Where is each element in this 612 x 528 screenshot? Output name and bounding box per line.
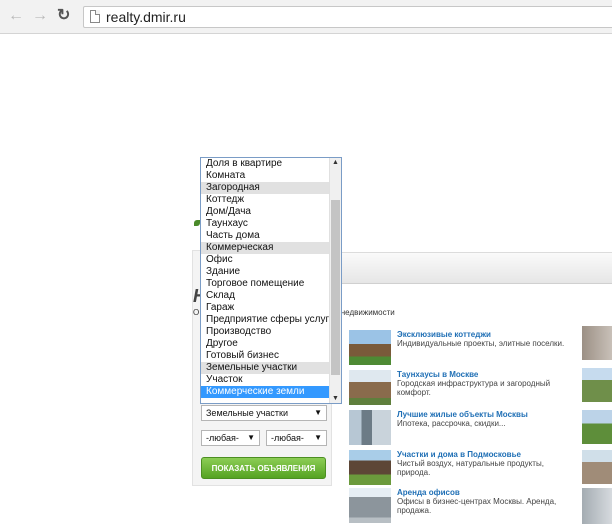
offer-item[interactable]: Таунхаусы в Москве Городская инфраструкт… [349, 370, 584, 410]
offer-item[interactable]: Лучшие жилые объекты Москвы Ипотека, рас… [349, 410, 584, 450]
price-to-value: -любая- [271, 433, 304, 443]
offer-title[interactable]: Аренда офисов [397, 488, 460, 497]
dropdown-option[interactable]: Производство [201, 326, 341, 338]
chevron-down-icon: ▼ [314, 433, 322, 442]
property-type-dropdown[interactable]: Доля в квартире Комната Загородная Котте… [200, 157, 342, 404]
dropdown-scrollbar[interactable]: ▲ ▼ [329, 158, 341, 403]
offer-text: Чистый воздух, натуральные продукты, при… [397, 459, 544, 477]
back-icon[interactable]: ← [8, 8, 24, 24]
offer-text: Офисы в бизнес-центрах Москвы. Аренда, п… [397, 497, 557, 515]
offer-text: Индивидуальные проекты, элитные поселки. [397, 339, 565, 348]
property-type-select[interactable]: Земельные участки ▼ [201, 405, 327, 421]
offer-image [582, 368, 612, 402]
offer-text: Городская инфраструктура и загородный ко… [397, 379, 551, 397]
dropdown-option-selected[interactable]: Коммерческие земли [201, 386, 341, 398]
offer-image [582, 450, 612, 484]
forward-icon[interactable]: → [32, 8, 48, 24]
browser-toolbar: ← → ↻ realty.dmir.ru [0, 0, 612, 34]
offer-image [582, 410, 612, 444]
reload-icon[interactable]: ↻ [57, 8, 70, 24]
offer-image [349, 370, 391, 405]
dropdown-option[interactable]: Предприятие сферы услуг [201, 314, 341, 326]
dropdown-option[interactable]: Торговое помещение [201, 278, 341, 290]
dropdown-group-label: Земельные участки [201, 362, 341, 374]
chevron-down-icon: ▼ [247, 433, 255, 442]
subtitle-lead: О [193, 308, 200, 317]
dropdown-option[interactable]: Офис [201, 254, 341, 266]
dropdown-option[interactable]: Участок [201, 374, 341, 386]
dropdown-option[interactable]: Доля в квартире [201, 158, 341, 170]
offer-image [349, 410, 391, 445]
address-bar[interactable]: realty.dmir.ru [83, 6, 612, 28]
dropdown-option[interactable]: Другое [201, 338, 341, 350]
dropdown-option[interactable]: Комната [201, 170, 341, 182]
dropdown-group-label: Загородная [201, 182, 341, 194]
dropdown-option[interactable]: Готовый бизнес [201, 350, 341, 362]
price-to-select[interactable]: -любая- ▼ [266, 430, 327, 446]
price-from-select[interactable]: -любая- ▼ [201, 430, 260, 446]
dropdown-option[interactable]: Таунхаус [201, 218, 341, 230]
offer-item[interactable]: Участки и дома в Подмосковье Чистый возд… [349, 450, 584, 490]
offer-title[interactable]: Лучшие жилые объекты Москвы [397, 410, 528, 419]
page-subtitle: О нде недвижимости [193, 308, 395, 317]
page-icon [90, 10, 100, 23]
offer-title[interactable]: Таунхаусы в Москве [397, 370, 478, 379]
dropdown-option[interactable]: Коттедж [201, 194, 341, 206]
offer-image [349, 450, 391, 485]
offer-image [349, 488, 391, 523]
offer-text: Ипотека, рассрочка, скидки... [397, 419, 506, 428]
property-type-value: Земельные участки [206, 408, 289, 418]
dropdown-option[interactable]: Склад [201, 290, 341, 302]
price-from-value: -любая- [206, 433, 239, 443]
offer-image [349, 330, 391, 365]
dropdown-group-label: Коммерческая [201, 242, 341, 254]
dropdown-option[interactable]: Гараж [201, 302, 341, 314]
dropdown-option[interactable]: Часть дома [201, 230, 341, 242]
offer-item[interactable]: Аренда офисов Офисы в бизнес-центрах Мос… [349, 488, 584, 528]
offer-title[interactable]: Участки и дома в Подмосковье [397, 450, 521, 459]
url-text: realty.dmir.ru [106, 9, 186, 25]
offer-image [582, 326, 612, 360]
show-listings-button[interactable]: ПОКАЗАТЬ ОБЪЯВЛЕНИЯ [201, 457, 326, 479]
dropdown-option[interactable]: Здание [201, 266, 341, 278]
scroll-down-icon[interactable]: ▼ [332, 395, 339, 402]
chevron-down-icon: ▼ [314, 408, 322, 417]
offer-title[interactable]: Эксклюзивые коттеджи [397, 330, 491, 339]
dropdown-option[interactable]: Дом/Дача [201, 206, 341, 218]
scrollbar-thumb[interactable] [331, 200, 340, 375]
offer-item[interactable]: Эксклюзивые коттеджи Индивидуальные прое… [349, 330, 584, 370]
offer-image [582, 488, 612, 524]
scroll-up-icon[interactable]: ▲ [332, 159, 339, 166]
